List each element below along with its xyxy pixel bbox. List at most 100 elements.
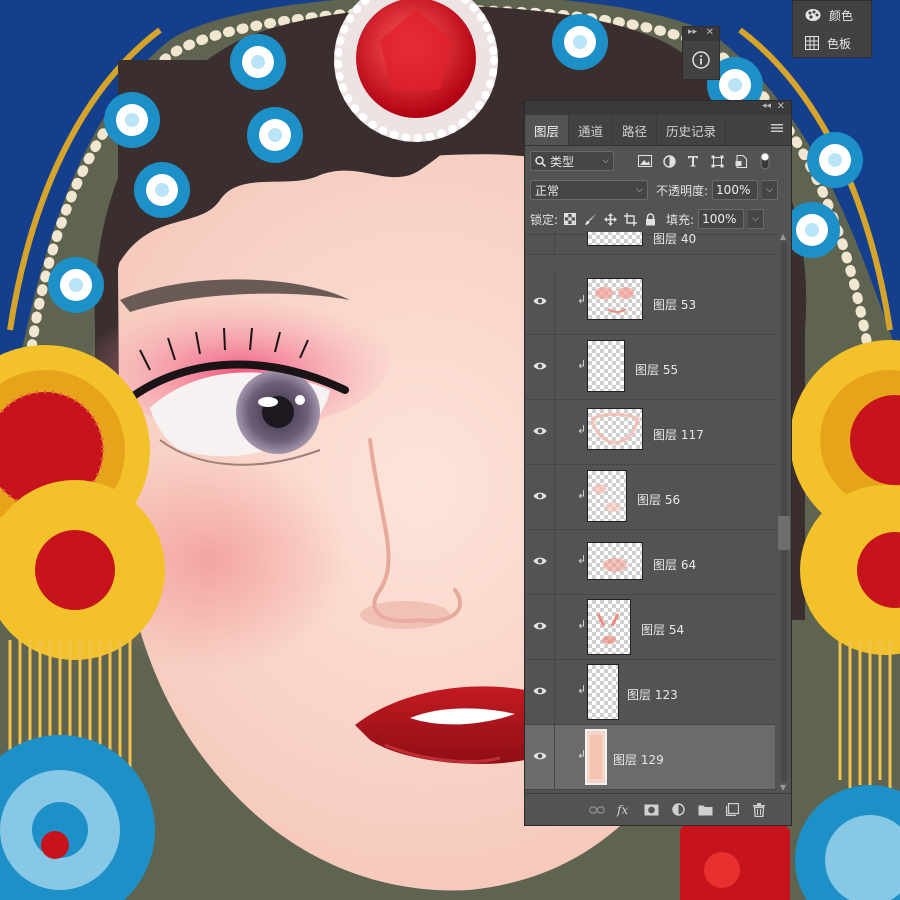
scroll-down-icon[interactable]: ▼: [780, 783, 786, 792]
folder-icon: [698, 805, 712, 815]
layer-row[interactable]: ↲ 图层 55: [525, 335, 775, 400]
fill-dropdown-button[interactable]: ⌵: [748, 209, 765, 229]
brush-icon: [584, 213, 596, 225]
image-icon: [638, 155, 652, 167]
add-mask-button[interactable]: [643, 802, 659, 818]
layer-row[interactable]: ↲ 图层 53: [525, 270, 775, 335]
layer-thumbnail: [587, 232, 643, 246]
lock-position-button[interactable]: [602, 211, 618, 227]
filter-toggle-switch[interactable]: [756, 152, 774, 170]
color-panel-button[interactable]: 颜色: [793, 1, 871, 29]
info-button[interactable]: [692, 51, 710, 73]
layer-row[interactable]: ↲ 图层 40: [525, 232, 775, 255]
layer-thumbnail: [587, 599, 631, 655]
scroll-up-icon[interactable]: ▲: [780, 232, 786, 241]
half-circle-icon: [662, 154, 676, 168]
tab-channels[interactable]: 通道: [569, 115, 614, 145]
new-adjustment-layer-button[interactable]: [670, 802, 686, 818]
lock-label: 锁定:: [530, 212, 559, 227]
layer-thumbnail: [585, 729, 607, 785]
layer-row[interactable]: ↲ 图层 56: [525, 465, 775, 530]
new-layer-button[interactable]: [724, 802, 740, 818]
layer-name: 图层 56: [637, 493, 681, 507]
adjustment-circle-icon: [671, 803, 685, 816]
lock-image-pixels-button[interactable]: [582, 211, 598, 227]
visibility-cell: [525, 232, 555, 254]
layer-thumbnail: [587, 542, 643, 580]
panel-menu-icon[interactable]: [771, 123, 783, 133]
eye-icon[interactable]: [533, 621, 547, 631]
toggle-switch-icon: [760, 152, 770, 170]
layer-row[interactable]: ↲ 图层 117: [525, 400, 775, 465]
tab-layers[interactable]: 图层: [525, 115, 570, 145]
fx-icon: fx: [616, 803, 628, 817]
layer-row-selected[interactable]: ↲ 图层 129: [525, 725, 775, 790]
collapse-panels-icon[interactable]: ◂◂: [762, 101, 771, 111]
layer-filter-row: 类型 ⌵: [525, 146, 791, 176]
link-layers-button[interactable]: [589, 802, 605, 818]
filter-type-button[interactable]: [684, 152, 702, 170]
lock-all-button[interactable]: [642, 211, 658, 227]
opacity-input[interactable]: 100%: [712, 180, 759, 200]
tab-history[interactable]: 历史记录: [657, 115, 727, 145]
blend-row: 正常 ⌵ 不透明度: 100% ⌵: [525, 176, 791, 204]
move-arrows-icon: [603, 212, 617, 226]
filter-smart-object-button[interactable]: [732, 152, 750, 170]
new-layer-icon: [725, 803, 739, 816]
checkerboard-icon: [564, 213, 577, 225]
blend-mode-value: 正常: [535, 183, 560, 198]
shape-transform-icon: [711, 155, 723, 167]
delete-layer-button[interactable]: [751, 802, 767, 818]
filter-adjustment-button[interactable]: [660, 152, 678, 170]
eye-icon[interactable]: [533, 751, 547, 761]
filter-kind-label: 类型: [550, 154, 575, 169]
eye-icon[interactable]: [533, 686, 547, 696]
layer-name: 图层 123: [627, 688, 678, 702]
layer-list: ↲ 图层 40 ↲ 图层 53 ↲ 图层 55: [525, 232, 775, 792]
eye-icon[interactable]: [533, 426, 547, 436]
lock-transparent-pixels-button[interactable]: [562, 211, 578, 227]
layer-name: 图层 117: [653, 428, 704, 442]
tab-paths[interactable]: 路径: [613, 115, 658, 145]
filter-pixel-button[interactable]: [636, 152, 654, 170]
fill-input[interactable]: 100%: [698, 209, 745, 229]
eye-icon[interactable]: [533, 296, 547, 306]
eye-icon[interactable]: [533, 491, 547, 501]
layers-panel: ◂◂ ✕ 图层 通道 路径 历史记录 类型 ⌵ 正常 ⌵ 不透明度: 100% …: [524, 100, 792, 826]
layer-thumbnail: [587, 664, 619, 720]
layer-list-scrollbar[interactable]: ▲ ▼: [777, 232, 791, 792]
new-group-button[interactable]: [697, 802, 713, 818]
opacity-dropdown-button[interactable]: ⌵: [762, 180, 779, 200]
scrollbar-track[interactable]: [781, 242, 787, 782]
scrollbar-thumb[interactable]: [778, 516, 790, 550]
clipping-mask-icon: ↲: [577, 618, 587, 631]
layer-row[interactable]: ↲ 图层 123: [525, 660, 775, 725]
filter-kind-select[interactable]: 类型 ⌵: [530, 151, 614, 171]
layers-panel-titlebar[interactable]: ◂◂ ✕: [525, 101, 791, 115]
close-icon[interactable]: ✕: [777, 101, 785, 112]
eye-icon[interactable]: [533, 361, 547, 371]
color-swatches-panel: 颜色 色板: [792, 0, 872, 58]
add-layer-style-button[interactable]: fx: [616, 802, 632, 818]
info-icon: [692, 51, 710, 69]
layer-row[interactable]: ↲ 图层 54: [525, 595, 775, 660]
eye-icon[interactable]: [533, 556, 547, 566]
swatches-panel-button[interactable]: 色板: [793, 29, 871, 57]
smart-object-icon: [735, 154, 747, 168]
layer-name: 图层 64: [653, 558, 697, 572]
layer-name: 图层 55: [635, 363, 679, 377]
info-dock-titlebar[interactable]: ▸▸ ✕: [683, 27, 719, 41]
filter-shape-button[interactable]: [708, 152, 726, 170]
layer-row[interactable]: ↲ 图层 64: [525, 530, 775, 595]
clipping-mask-icon: ↲: [577, 553, 587, 566]
layer-name: 图层 53: [653, 298, 697, 312]
layer-thumbnail: [587, 340, 625, 392]
search-icon: [535, 155, 546, 167]
crop-artboard-icon: [623, 212, 637, 226]
svg-text:fx: fx: [616, 803, 628, 817]
color-palette-icon: [805, 9, 821, 21]
close-icon[interactable]: ✕: [706, 27, 714, 38]
blend-mode-select[interactable]: 正常 ⌵: [530, 180, 648, 200]
lock-artboard-button[interactable]: [622, 211, 638, 227]
expand-panels-icon[interactable]: ▸▸: [688, 27, 697, 37]
